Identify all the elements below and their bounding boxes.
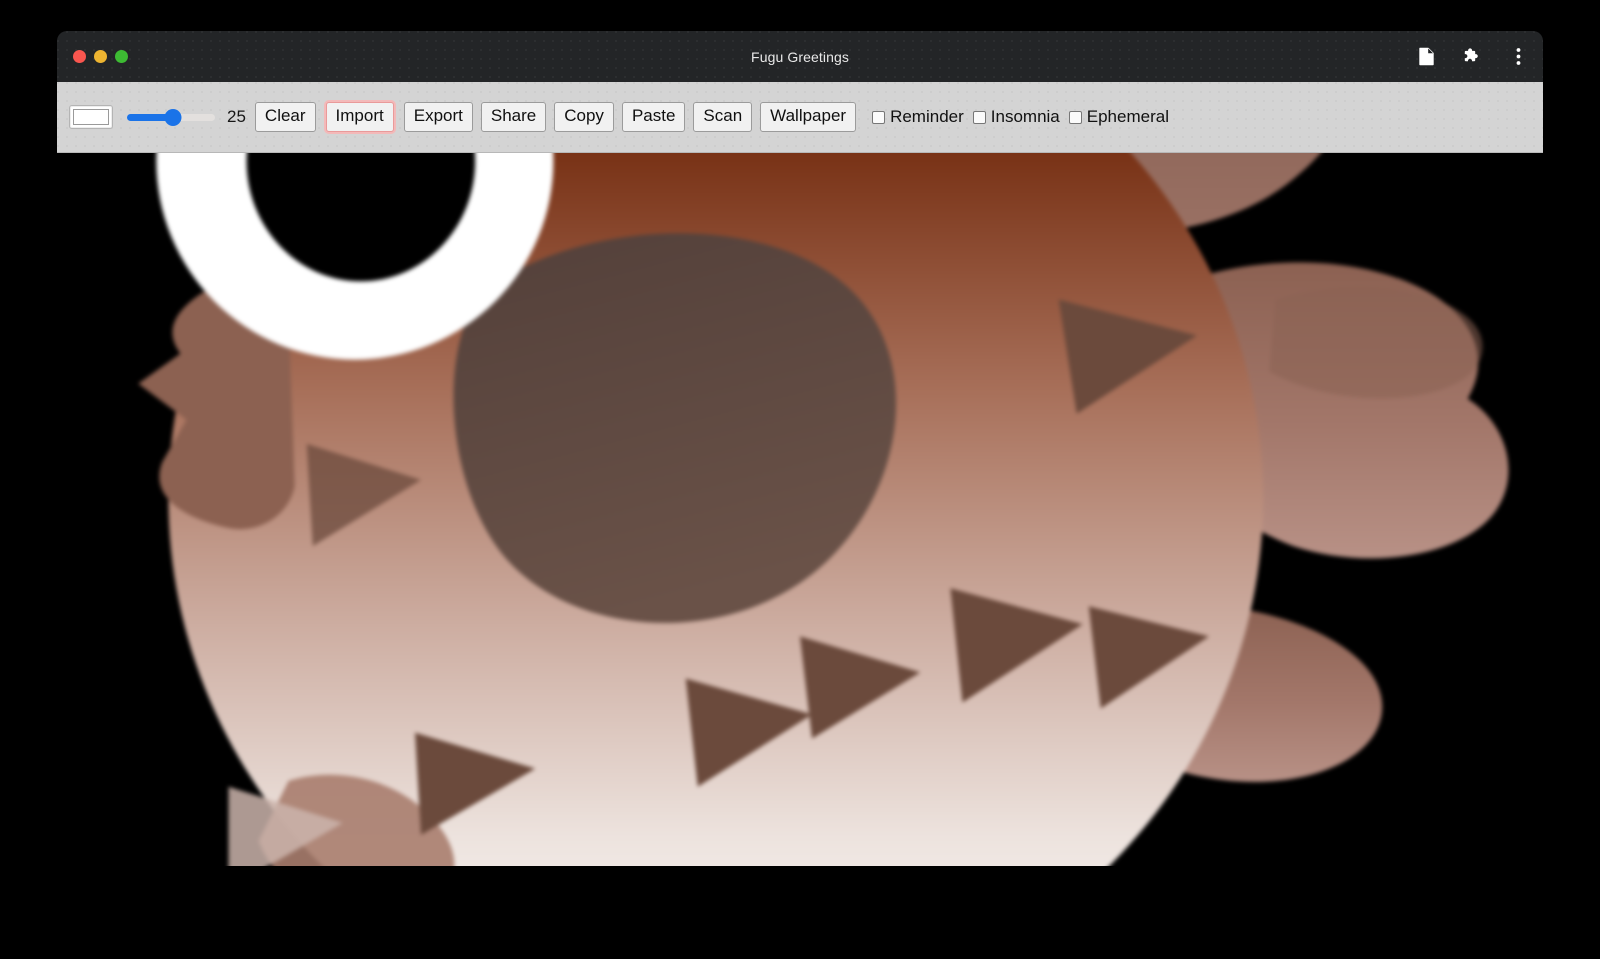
install-app-icon[interactable] [1415,46,1437,68]
line-width-slider[interactable] [127,106,215,128]
extensions-icon[interactable] [1461,46,1483,68]
share-button[interactable]: Share [481,102,546,132]
screen: Fugu Greetings [0,0,1600,959]
color-picker-input[interactable] [69,105,113,129]
ephemeral-checkbox[interactable] [1069,111,1082,124]
color-swatch-preview [73,109,109,125]
wallpaper-button[interactable]: Wallpaper [760,102,856,132]
traffic-lights [73,50,128,63]
paste-button[interactable]: Paste [622,102,685,132]
browser-window: Fugu Greetings [57,31,1543,866]
blowfish-emoji-drawing [57,153,1543,866]
maximize-window-button[interactable] [115,50,128,63]
export-button[interactable]: Export [404,102,473,132]
window-titlebar: Fugu Greetings [57,31,1543,82]
reminder-checkbox-item[interactable]: Reminder [872,107,964,127]
slider-thumb[interactable] [164,109,181,126]
close-window-button[interactable] [73,50,86,63]
slider-value-label: 25 [227,107,246,127]
drawing-canvas[interactable] [57,153,1543,866]
ephemeral-label: Ephemeral [1087,107,1169,127]
minimize-window-button[interactable] [94,50,107,63]
insomnia-checkbox[interactable] [973,111,986,124]
insomnia-label: Insomnia [991,107,1060,127]
scan-button[interactable]: Scan [693,102,752,132]
copy-button[interactable]: Copy [554,102,614,132]
reminder-label: Reminder [890,107,964,127]
toggle-group: Reminder Insomnia Ephemeral [872,107,1178,127]
page-title: Fugu Greetings [57,49,1543,65]
ephemeral-checkbox-item[interactable]: Ephemeral [1069,107,1169,127]
titlebar-actions [1415,46,1529,68]
import-button[interactable]: Import [326,102,394,132]
app-toolbar: 25 Clear Import Export Share Copy Paste … [57,82,1543,153]
clear-button[interactable]: Clear [255,102,316,132]
reminder-checkbox[interactable] [872,111,885,124]
insomnia-checkbox-item[interactable]: Insomnia [973,107,1060,127]
more-menu-icon[interactable] [1507,46,1529,68]
